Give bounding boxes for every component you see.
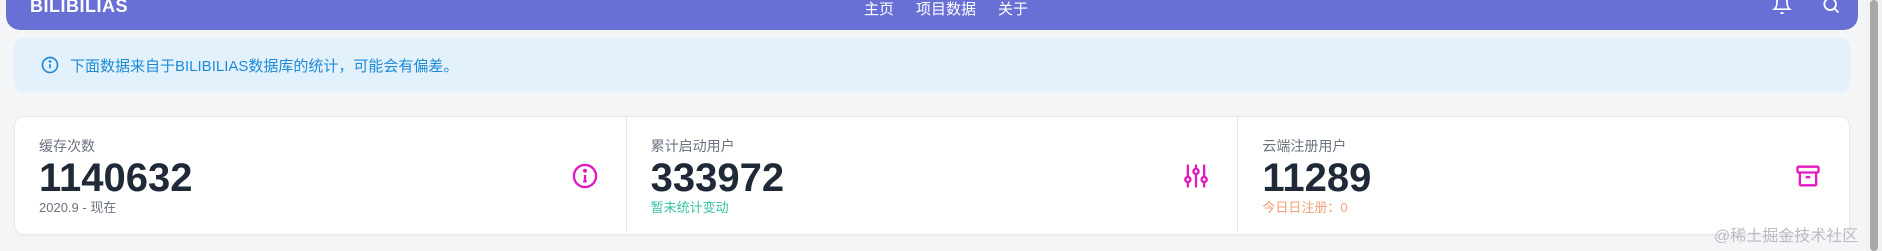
stats-panel: 缓存次数 1140632 2020.9 - 现在 累计启动用户 333972 暂… — [14, 116, 1850, 235]
page: BILIBILIAS 主页 项目数据 关于 下面数据来自于BILIBILIAS数… — [0, 0, 1882, 251]
nav-item-home[interactable]: 主页 — [864, 0, 894, 19]
watermark: @稀土掘金技术社区 — [1714, 228, 1859, 245]
navbar: BILIBILIAS 主页 项目数据 关于 — [6, 0, 1858, 30]
stat-value: 333972 — [650, 156, 785, 200]
sliders-icon — [1181, 161, 1211, 191]
stat-desc: 暂未统计变动 — [650, 200, 729, 215]
scrollbar[interactable] — [1866, 0, 1882, 251]
archive-box-icon — [1793, 161, 1823, 191]
nav-menu: 主页 项目数据 关于 — [864, 0, 1028, 19]
stat-title: 云端注册用户 — [1262, 138, 1347, 154]
stat-cache-count: 缓存次数 1140632 2020.9 - 现在 — [15, 117, 626, 234]
scrollbar-thumb[interactable] — [1870, 0, 1878, 251]
stat-value: 1140632 — [39, 156, 193, 200]
search-icon[interactable] — [1818, 0, 1844, 18]
brand-logo[interactable]: BILIBILIAS — [30, 0, 128, 17]
bell-icon[interactable] — [1769, 0, 1795, 18]
nav-item-about[interactable]: 关于 — [998, 0, 1028, 19]
stat-total-users: 累计启动用户 333972 暂未统计变动 — [625, 117, 1238, 234]
stat-title: 缓存次数 — [39, 138, 95, 154]
info-circle-icon — [40, 55, 60, 75]
stat-title: 累计启动用户 — [650, 138, 735, 154]
info-circle-icon — [570, 161, 600, 191]
info-alert: 下面数据来自于BILIBILIAS数据库的统计，可能会有偏差。 — [14, 38, 1850, 92]
stat-value: 11289 — [1262, 156, 1372, 200]
stat-desc: 2020.9 - 现在 — [39, 200, 117, 215]
alert-text: 下面数据来自于BILIBILIAS数据库的统计，可能会有偏差。 — [70, 57, 459, 75]
stat-desc: 今日日注册：0 — [1262, 200, 1348, 215]
stat-cloud-users: 云端注册用户 11289 今日日注册：0 — [1237, 117, 1849, 234]
nav-item-project-data[interactable]: 项目数据 — [916, 0, 976, 19]
